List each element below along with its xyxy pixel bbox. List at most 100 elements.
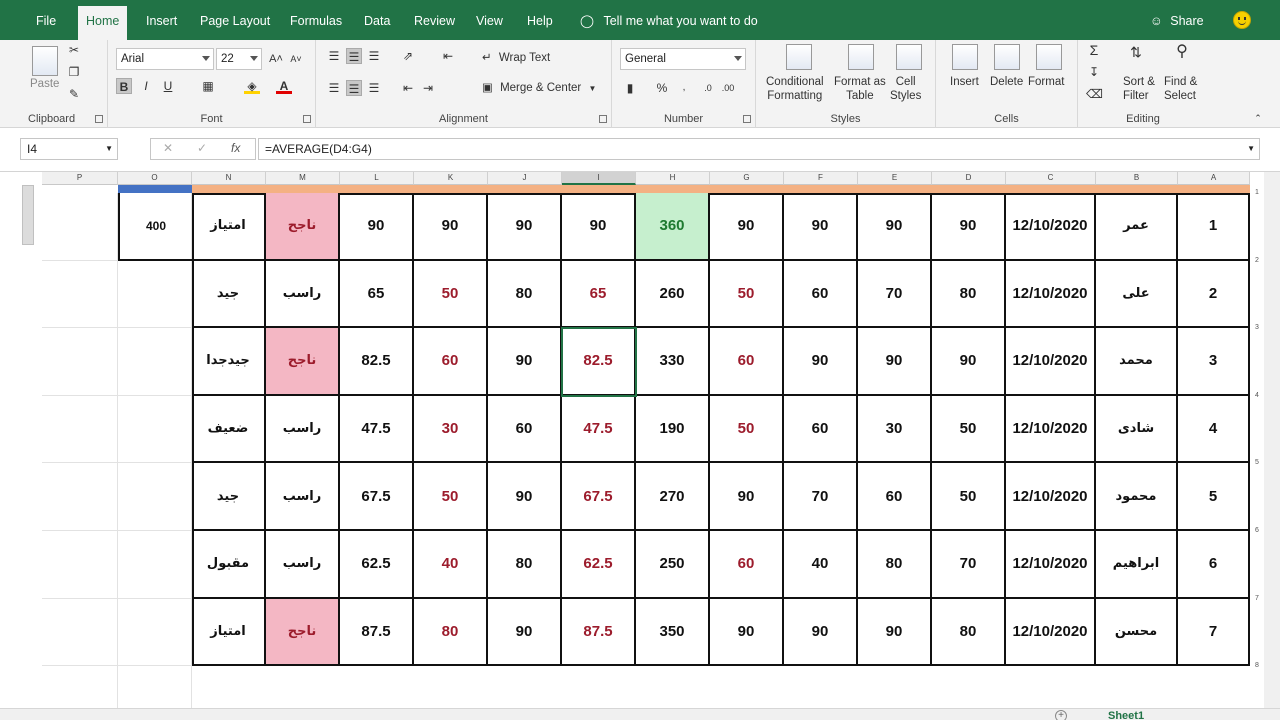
empty-cell[interactable] — [118, 531, 192, 599]
tab-help[interactable]: Help — [519, 6, 561, 36]
tab-file[interactable]: File — [28, 6, 64, 36]
paste-button[interactable]: Paste — [30, 78, 59, 90]
tell-me-search[interactable]: ◯ Tell me what you want to do — [580, 6, 758, 36]
cell-c5[interactable]: 12/10/2020 — [1006, 463, 1096, 531]
header-band-d[interactable] — [932, 185, 1006, 193]
cell-k7[interactable]: 80 — [414, 598, 488, 667]
cell-f4[interactable]: 60 — [784, 395, 858, 464]
decrease-font-icon[interactable]: A˅ — [288, 51, 304, 67]
cell-n7[interactable]: امتياز — [192, 598, 266, 667]
cell-f6[interactable]: 40 — [784, 531, 858, 599]
empty-cell[interactable] — [42, 531, 118, 599]
cell-k2[interactable]: 50 — [414, 260, 488, 329]
add-sheet-button[interactable]: + — [1055, 710, 1067, 720]
empty-cell[interactable] — [118, 463, 192, 531]
tab-page-layout[interactable]: Page Layout — [192, 6, 278, 36]
cell-g3[interactable]: 60 — [710, 328, 784, 396]
cell-h6[interactable]: 250 — [636, 531, 710, 599]
fill-color-icon[interactable]: ◈ — [244, 78, 260, 94]
cell-l5[interactable]: 67.5 — [340, 463, 414, 531]
tab-data[interactable]: Data — [356, 6, 398, 36]
cell-h2[interactable]: 260 — [636, 260, 710, 329]
cell-g7[interactable]: 90 — [710, 598, 784, 667]
tab-home[interactable]: Home — [78, 6, 128, 40]
paste-icon[interactable] — [32, 46, 58, 76]
row-header-4[interactable]: 4 — [1250, 392, 1264, 399]
cell-g2[interactable]: 50 — [710, 260, 784, 329]
number-format-select[interactable]: General — [620, 48, 746, 70]
cell-k1[interactable]: 90 — [414, 193, 488, 261]
cell-h1[interactable]: 360 — [636, 193, 710, 261]
header-band-n[interactable] — [192, 185, 266, 193]
cell-n3[interactable]: جيدجدا — [192, 328, 266, 396]
cell-a3[interactable]: 3 — [1178, 328, 1250, 396]
cell-j3[interactable]: 90 — [488, 328, 562, 396]
header-band-j[interactable] — [488, 185, 562, 193]
sheet-tab[interactable]: Sheet1 — [1108, 710, 1144, 720]
cell-i3[interactable]: 82.5 — [562, 328, 636, 396]
insert-cells-button[interactable]: Insert — [950, 76, 979, 88]
cell-h7[interactable]: 350 — [636, 598, 710, 667]
cell-b1[interactable]: عمر — [1096, 193, 1178, 261]
font-launcher-icon[interactable] — [303, 115, 311, 123]
cell-c1[interactable]: 12/10/2020 — [1006, 193, 1096, 261]
header-band-f[interactable] — [784, 185, 858, 193]
cell-k5[interactable]: 50 — [414, 463, 488, 531]
cell-b2[interactable]: على — [1096, 260, 1178, 329]
cell-n1[interactable]: امتياز — [192, 193, 266, 261]
font-color-icon[interactable]: A — [276, 78, 292, 94]
rtl-direction-icon[interactable]: ⇤ — [440, 48, 456, 64]
column-header-i[interactable]: I — [562, 172, 636, 185]
cell-b4[interactable]: شادى — [1096, 395, 1178, 464]
sort-filter-icon[interactable]: ⇅ — [1128, 44, 1144, 60]
empty-cell[interactable] — [118, 598, 192, 667]
header-band-a[interactable] — [1178, 185, 1250, 193]
alignment-launcher-icon[interactable] — [599, 115, 607, 123]
insert-cells-icon[interactable] — [952, 44, 978, 70]
cell-d1[interactable]: 90 — [932, 193, 1006, 261]
orientation-icon[interactable]: ⇗ — [400, 48, 416, 64]
cell-l1[interactable]: 90 — [340, 193, 414, 261]
cell-h3[interactable]: 330 — [636, 328, 710, 396]
tab-view[interactable]: View — [468, 6, 511, 36]
font-name-select[interactable]: Arial — [116, 48, 214, 70]
align-middle-icon[interactable]: ☰ — [346, 48, 362, 64]
cell-a1[interactable]: 1 — [1178, 193, 1250, 261]
column-header-d[interactable]: D — [932, 172, 1006, 185]
column-header-o[interactable]: O — [118, 172, 192, 185]
empty-cell[interactable] — [42, 463, 118, 531]
cell-e1[interactable]: 90 — [858, 193, 932, 261]
format-cells-button[interactable]: Format — [1028, 76, 1064, 88]
format-cells-icon[interactable] — [1036, 44, 1062, 70]
cell-j6[interactable]: 80 — [488, 531, 562, 599]
font-size-select[interactable]: 22 — [216, 48, 262, 70]
cell-c2[interactable]: 12/10/2020 — [1006, 260, 1096, 329]
column-header-g[interactable]: G — [710, 172, 784, 185]
copy-icon[interactable]: ❐ — [66, 64, 82, 80]
cell-m6[interactable]: راسب — [266, 531, 340, 599]
header-band-e[interactable] — [858, 185, 932, 193]
cell-j7[interactable]: 90 — [488, 598, 562, 667]
cell-b3[interactable]: محمد — [1096, 328, 1178, 396]
cell-m7[interactable]: ناجح — [266, 598, 340, 667]
column-header-h[interactable]: H — [636, 172, 710, 185]
cell-e2[interactable]: 70 — [858, 260, 932, 329]
align-center-icon[interactable]: ☰ — [346, 80, 362, 96]
cell-c7[interactable]: 12/10/2020 — [1006, 598, 1096, 667]
header-band-b[interactable] — [1096, 185, 1178, 193]
sort-filter-button[interactable]: Sort & Filter — [1123, 76, 1155, 102]
worksheet-grid[interactable]: P O N M L K J I H G F E D C B A 1 2 3 4 5 6 7 8 400 امتياز ناجح 90 9… — [0, 172, 1280, 720]
header-band-h[interactable] — [636, 185, 710, 193]
insert-function-icon[interactable]: fx — [231, 141, 240, 155]
cell-m1[interactable]: ناجح — [266, 193, 340, 261]
cell-e4[interactable]: 30 — [858, 395, 932, 464]
cell-b6[interactable]: ابراهيم — [1096, 531, 1178, 599]
cell-l2[interactable]: 65 — [340, 260, 414, 329]
column-header-b[interactable]: B — [1096, 172, 1178, 185]
empty-cell[interactable] — [42, 193, 118, 261]
horizontal-scrollbar[interactable] — [0, 708, 1280, 720]
cell-j1[interactable]: 90 — [488, 193, 562, 261]
delete-cells-button[interactable]: Delete — [990, 76, 1023, 88]
row-header-2[interactable]: 2 — [1250, 257, 1264, 264]
cell-f5[interactable]: 70 — [784, 463, 858, 531]
